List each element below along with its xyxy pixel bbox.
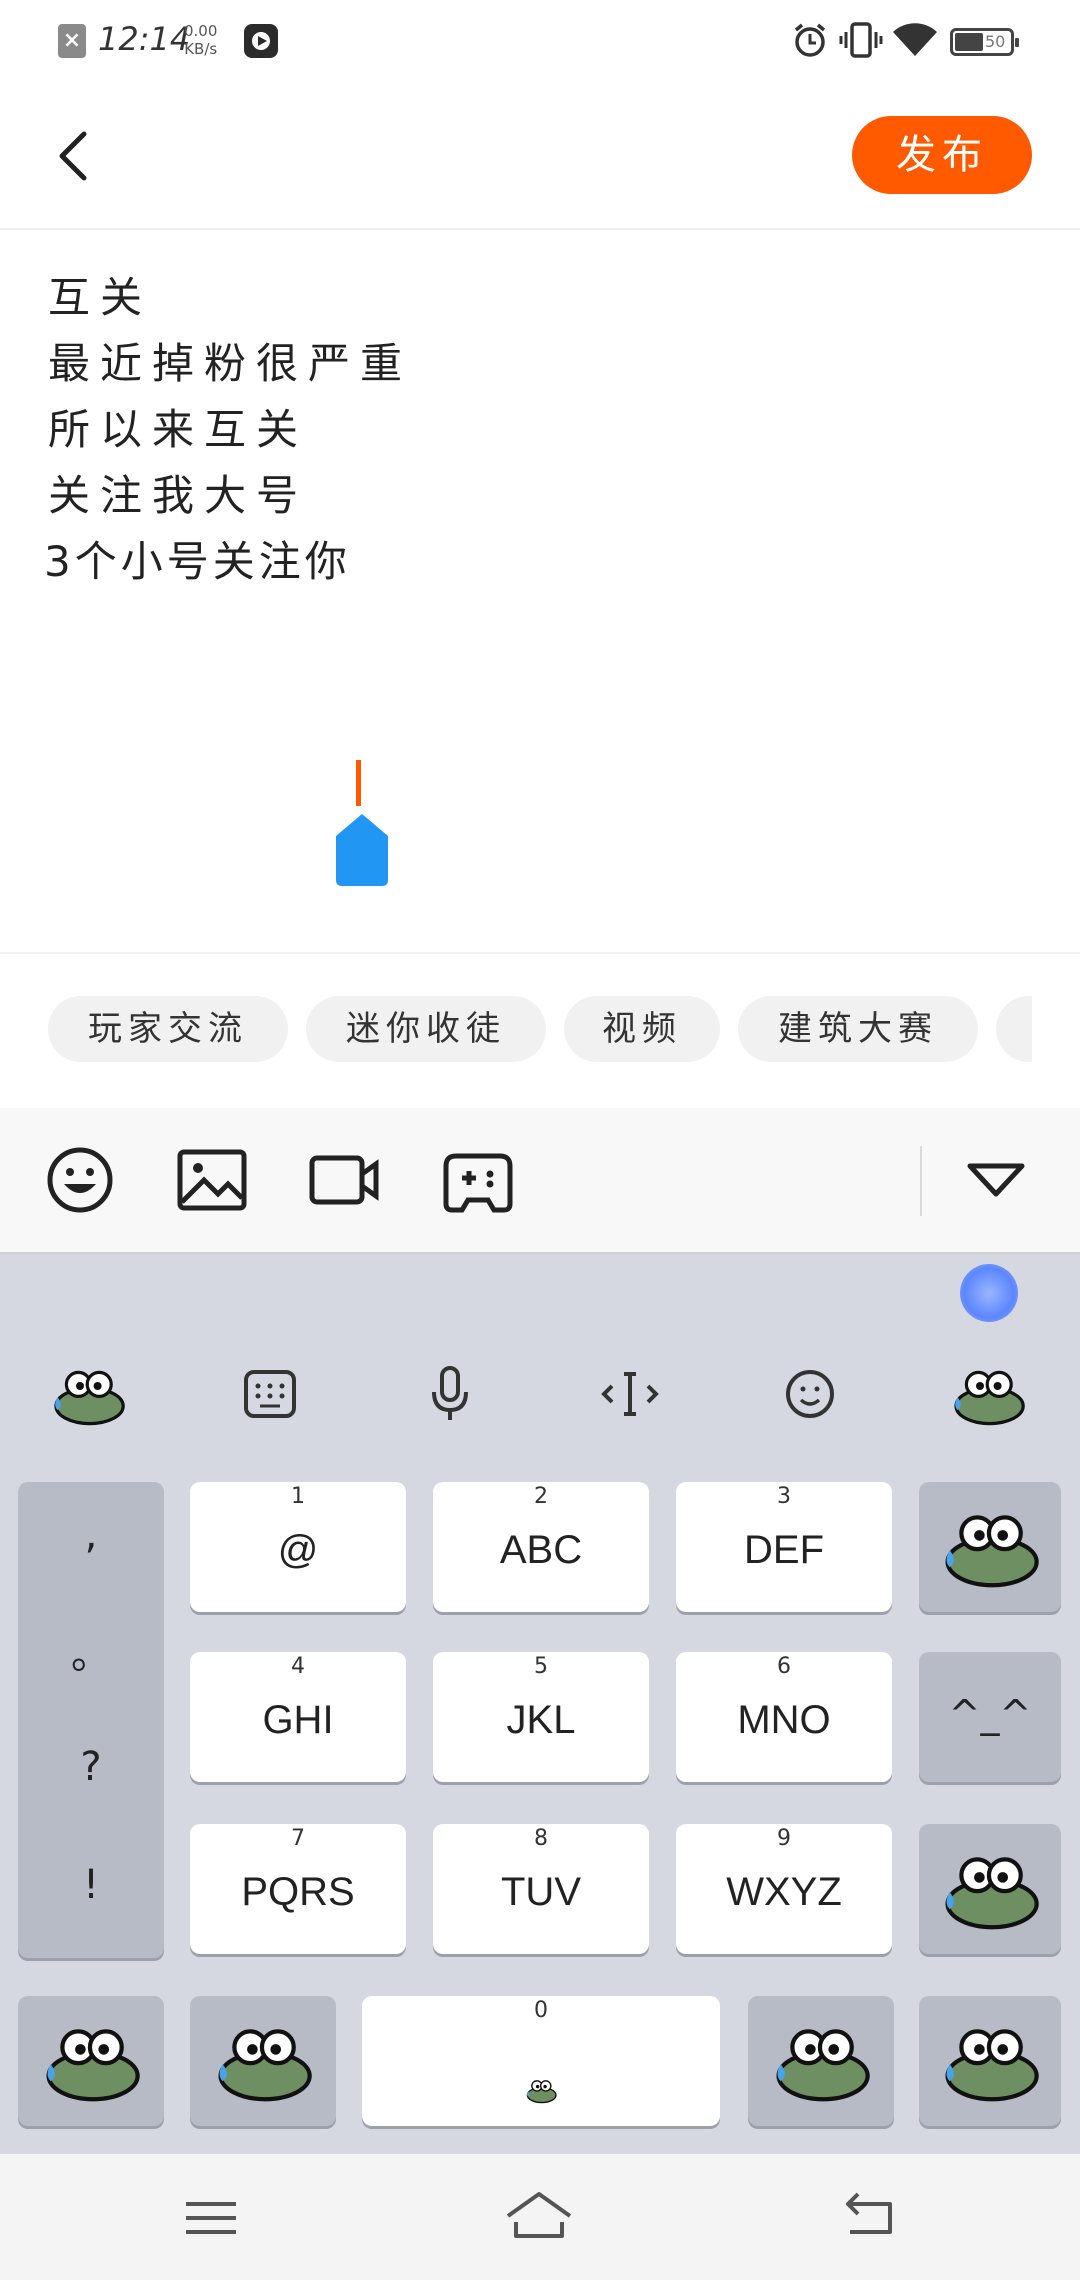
compose-toolbar <box>0 1108 1080 1254</box>
menu-icon[interactable] <box>176 2182 246 2252</box>
collapse-triangle-icon[interactable] <box>960 1146 1032 1214</box>
frog-sticker-icon <box>38 2012 144 2108</box>
back-icon[interactable] <box>46 124 102 188</box>
punctuation-key[interactable]: 。 <box>18 1622 164 1680</box>
topic-chip-more[interactable] <box>996 996 1032 1062</box>
frog-sticker-key[interactable] <box>919 1824 1061 1954</box>
media-play-icon <box>244 24 278 58</box>
vibrate-icon <box>839 22 883 58</box>
toolbar-divider <box>920 1146 922 1216</box>
key-number: 1 <box>291 1484 305 1509</box>
key-number: 9 <box>777 1826 791 1851</box>
key-letters: @ <box>277 1528 319 1572</box>
network-speed-unit: KB/s <box>184 40 218 58</box>
divider <box>0 952 1080 954</box>
topic-chip[interactable]: 迷你收徒 <box>306 996 546 1062</box>
battery-icon: 50 <box>950 28 1019 56</box>
frog-sticker-key[interactable] <box>919 1482 1061 1612</box>
key-9[interactable]: 9 WXYZ <box>676 1824 892 1954</box>
notification-x-icon: × <box>58 24 86 58</box>
keyboard: , 。 ? ! 1 @ 2 ABC 3 DEF 4 GHI 5 JKL 6 MN… <box>0 1254 1080 2154</box>
key-number: 2 <box>534 1484 548 1509</box>
key-4[interactable]: 4 GHI <box>190 1652 406 1782</box>
wifi-icon <box>893 23 937 56</box>
image-icon[interactable] <box>176 1146 248 1214</box>
keyboard-icon[interactable] <box>230 1354 310 1434</box>
key-letters: MNO <box>737 1698 831 1742</box>
system-nav-bar <box>0 2154 1080 2280</box>
frog-sticker-icon <box>524 2076 558 2104</box>
post-editor[interactable]: 互关 最近掉粉很严重 所以来互关 关注我大号 3个小号关注你 <box>0 230 1080 950</box>
key-letters: TUV <box>501 1870 581 1914</box>
video-icon[interactable] <box>308 1146 380 1214</box>
key-letters: JKL <box>506 1698 576 1742</box>
post-text-line: 所以来互关 <box>48 405 309 454</box>
key-letters: ABC <box>499 1528 583 1572</box>
frog-sticker-icon <box>937 1840 1043 1936</box>
emoji-icon[interactable] <box>44 1146 116 1214</box>
voice-assistant-icon[interactable] <box>960 1264 1018 1322</box>
home-icon[interactable] <box>504 2182 574 2252</box>
key-7[interactable]: 7 PQRS <box>190 1824 406 1954</box>
key-letters: DEF <box>744 1528 824 1572</box>
microphone-icon[interactable] <box>410 1354 490 1434</box>
topic-chips: 玩家交流 迷你收徒 视频 建筑大赛 <box>0 996 1032 1066</box>
key-8[interactable]: 8 TUV <box>433 1824 649 1954</box>
header: 发布 <box>0 84 1080 230</box>
frog-sticker-key[interactable] <box>190 1996 336 2126</box>
post-text-line: 3个小号关注你 <box>44 537 351 586</box>
topic-chip[interactable]: 建筑大赛 <box>738 996 978 1062</box>
frog-sticker-key[interactable] <box>919 1996 1061 2126</box>
punctuation-key[interactable]: , <box>18 1512 164 1558</box>
cursor-handle[interactable] <box>334 814 390 886</box>
key-number: 5 <box>534 1654 548 1679</box>
space-key[interactable]: 0 <box>362 1996 720 2126</box>
smiley-icon[interactable] <box>770 1354 850 1434</box>
post-text-line: 互关 <box>48 273 153 322</box>
key-number: 3 <box>777 1484 791 1509</box>
back-nav-icon[interactable] <box>834 2182 904 2252</box>
punctuation-key[interactable]: ? <box>18 1744 164 1790</box>
key-letters: GHI <box>262 1698 334 1742</box>
key-number: 7 <box>291 1826 305 1851</box>
key-2[interactable]: 2 ABC <box>433 1482 649 1612</box>
key-letters: WXYZ <box>726 1870 842 1914</box>
status-bar: × 12:14 0.00 KB/s 50 <box>0 0 1080 84</box>
key-5[interactable]: 5 JKL <box>433 1652 649 1782</box>
post-text-line: 关注我大号 <box>48 471 309 520</box>
kaomoji-key[interactable]: ^_^ <box>919 1652 1061 1782</box>
battery-level: 50 <box>985 32 1006 51</box>
network-speed-value: 0.00 <box>184 22 218 40</box>
kaomoji-label: ^_^ <box>948 1692 1032 1736</box>
frog-sticker-icon <box>768 2012 874 2108</box>
frog-sticker-icon[interactable] <box>948 1354 1028 1434</box>
key-1[interactable]: 1 @ <box>190 1482 406 1612</box>
gamepad-icon[interactable] <box>442 1146 514 1214</box>
topic-chip[interactable]: 视频 <box>564 996 720 1062</box>
frog-sticker-key[interactable] <box>18 1996 164 2126</box>
key-number: 4 <box>291 1654 305 1679</box>
key-letters: PQRS <box>241 1870 355 1914</box>
punctuation-key-column[interactable]: , 。 ? ! <box>18 1482 164 1958</box>
key-6[interactable]: 6 MNO <box>676 1652 892 1782</box>
punctuation-key[interactable]: ! <box>18 1862 164 1908</box>
key-number: 8 <box>534 1826 548 1851</box>
publish-button[interactable]: 发布 <box>852 116 1032 194</box>
text-caret <box>356 760 361 806</box>
post-text-line: 最近掉粉很严重 <box>48 339 413 388</box>
cursor-move-icon[interactable] <box>590 1354 670 1434</box>
key-number: 0 <box>534 1998 548 2023</box>
frog-sticker-icon <box>937 1498 1043 1594</box>
status-time: 12:14 <box>98 20 191 58</box>
frog-sticker-icon[interactable] <box>48 1354 128 1434</box>
frog-sticker-icon <box>210 2012 316 2108</box>
key-number: 6 <box>777 1654 791 1679</box>
frog-sticker-icon <box>937 2012 1043 2108</box>
network-speed: 0.00 KB/s <box>184 22 217 58</box>
key-3[interactable]: 3 DEF <box>676 1482 892 1612</box>
alarm-icon <box>794 23 826 57</box>
frog-sticker-key[interactable] <box>748 1996 894 2126</box>
topic-chip[interactable]: 玩家交流 <box>48 996 288 1062</box>
